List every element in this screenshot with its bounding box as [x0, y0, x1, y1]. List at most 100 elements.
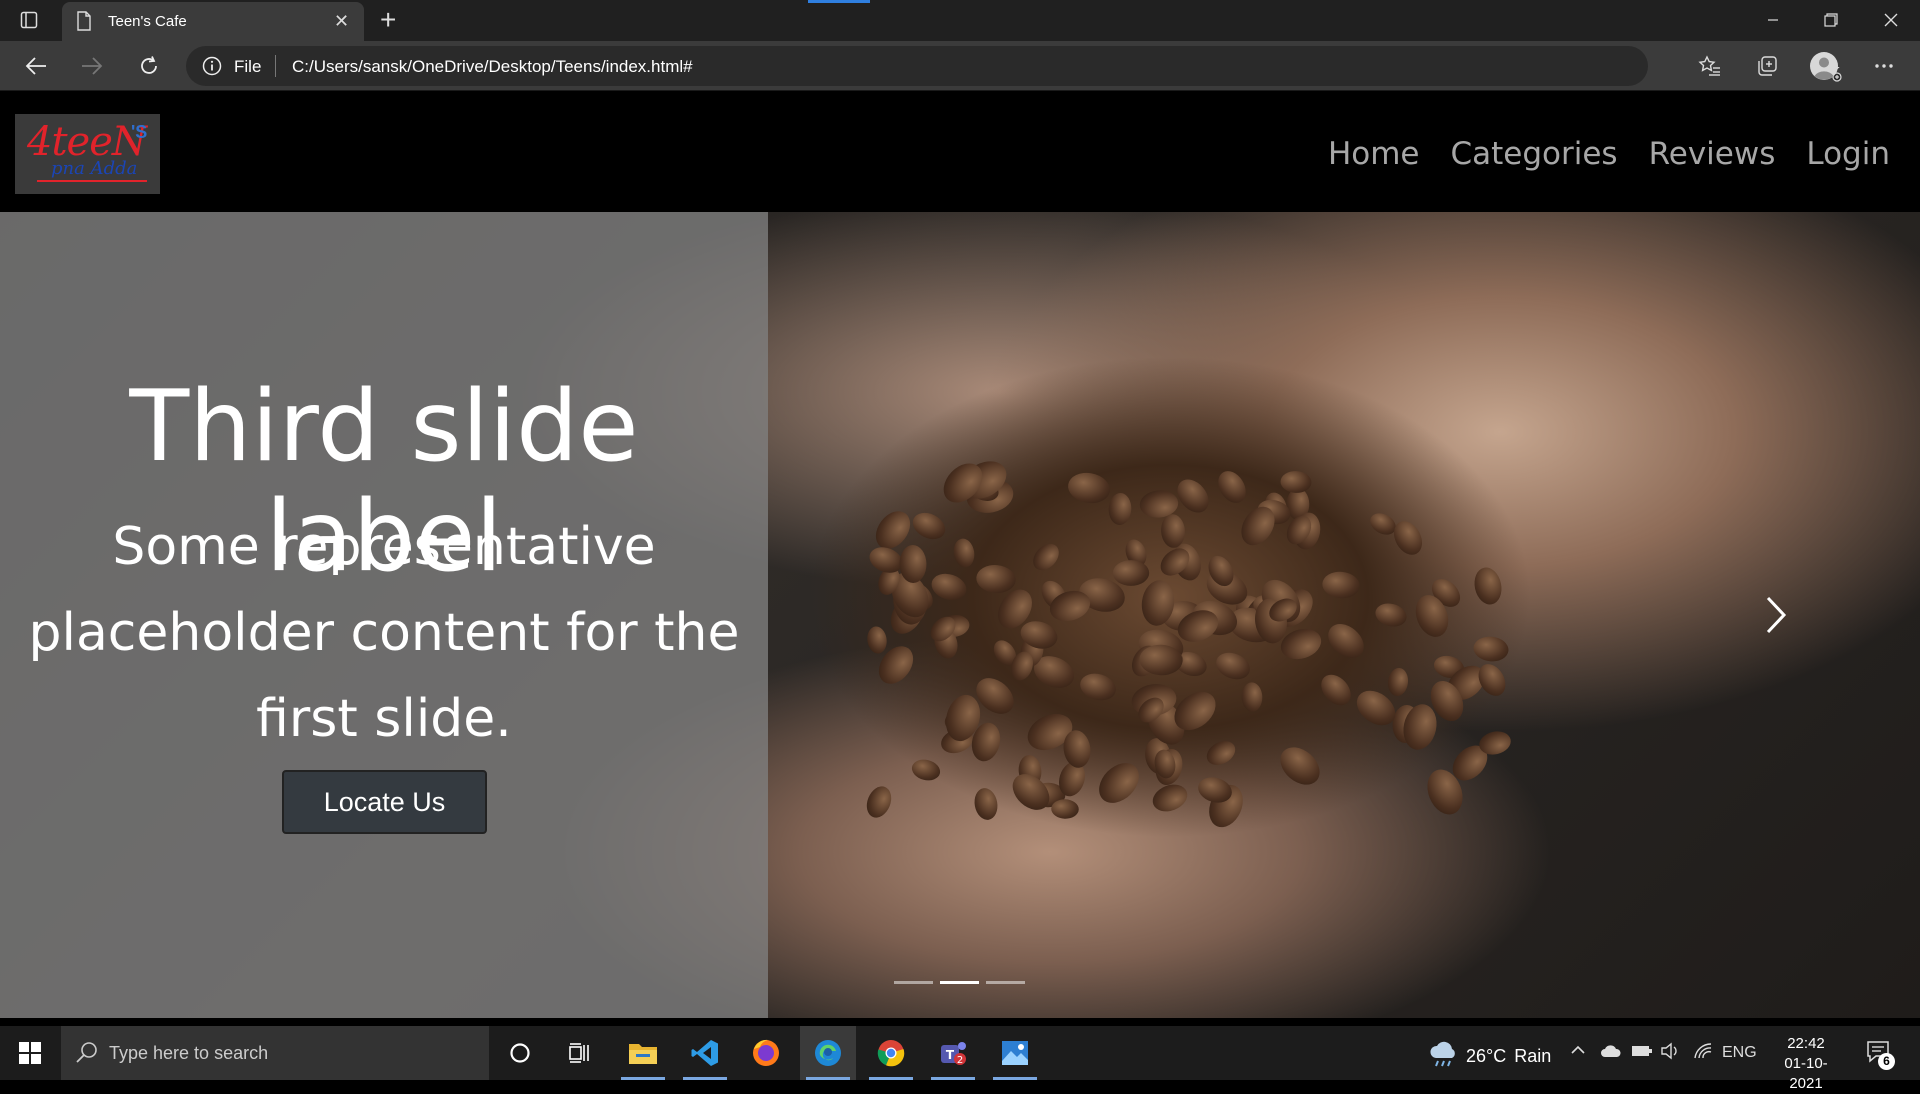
coffee-bean [865, 624, 889, 655]
search-icon [75, 1041, 99, 1070]
coffee-bean [1005, 767, 1057, 818]
site-logo[interactable]: 4teeN 'S pna Adda [15, 114, 160, 194]
coffee-bean [1272, 739, 1327, 793]
coffee-bean [1315, 668, 1357, 711]
logo-superscript: 'S [131, 122, 148, 142]
coffee-bean [1076, 669, 1119, 705]
clock-date: 01-10-2021 [1784, 1055, 1828, 1092]
url-scheme-label: File [234, 57, 262, 76]
collections-icon[interactable] [1751, 51, 1783, 81]
weather-widget[interactable]: 26°C Rain [1428, 1040, 1551, 1073]
coffee-bean [1386, 666, 1410, 697]
more-options-icon[interactable] [1868, 51, 1900, 81]
notification-count-badge: 6 [1878, 1053, 1895, 1070]
coffee-bean [1065, 469, 1112, 507]
loading-indicator [808, 0, 870, 3]
coffee-bean [1241, 682, 1264, 713]
nav-link-categories[interactable]: Categories [1450, 136, 1617, 172]
chrome-icon[interactable] [863, 1026, 919, 1080]
tab-actions-icon[interactable] [16, 8, 42, 32]
file-explorer-icon[interactable] [615, 1026, 671, 1080]
windows-taskbar: Type here to search T2 26°C Rain ENG 22:… [0, 1026, 1920, 1092]
battery-icon[interactable] [1631, 1044, 1653, 1063]
refresh-icon[interactable] [133, 51, 165, 81]
coffee-bean [1212, 465, 1252, 508]
new-tab-icon[interactable]: + [380, 6, 396, 34]
logo-subtext: pna Adda [51, 158, 138, 179]
coffee-bean [951, 537, 977, 569]
vscode-icon[interactable] [677, 1026, 733, 1080]
coffee-bean [1279, 469, 1312, 494]
wifi-icon[interactable] [1693, 1042, 1713, 1065]
coffee-bean [910, 756, 943, 783]
coffee-bean [1473, 659, 1512, 701]
windows-start-icon[interactable] [0, 1026, 60, 1080]
url-divider [275, 55, 276, 77]
minimize-icon[interactable] [1750, 6, 1796, 34]
coffee-bean [1212, 648, 1254, 685]
site-navbar: 4teeN 'S pna Adda Home Categories Review… [0, 92, 1920, 212]
close-window-icon[interactable] [1868, 6, 1914, 34]
coffee-bean [1321, 569, 1361, 600]
coffee-bean [1091, 755, 1147, 812]
taskbar-search-input[interactable]: Type here to search [61, 1026, 489, 1080]
clock-time: 22:42 [1787, 1035, 1825, 1052]
language-indicator[interactable]: ENG [1722, 1044, 1757, 1062]
site-nav-links: Home Categories Reviews Login [1328, 136, 1890, 172]
coffee-bean [975, 563, 1018, 595]
url-text[interactable]: C:/Users/sansk/OneDrive/Desktop/Teens/in… [292, 57, 693, 77]
slide-text: Some representative placeholder content … [28, 517, 740, 749]
svg-text:2: 2 [957, 1055, 963, 1066]
favorites-icon[interactable] [1694, 51, 1726, 81]
coffee-bean [1108, 492, 1133, 526]
onedrive-cloud-icon[interactable] [1600, 1044, 1622, 1063]
carousel-next-icon[interactable] [1756, 590, 1796, 640]
edge-icon[interactable] [800, 1026, 856, 1080]
locate-us-button[interactable]: Locate Us [282, 770, 487, 834]
nav-link-reviews[interactable]: Reviews [1649, 136, 1776, 172]
photos-icon[interactable] [987, 1026, 1043, 1080]
hero-carousel: Third slide label Some representative pl… [0, 212, 1920, 1018]
teams-icon[interactable]: T2 [925, 1026, 981, 1080]
coffee-bean [1171, 473, 1216, 519]
chevron-up-icon[interactable] [1570, 1042, 1586, 1063]
forward-icon[interactable] [76, 51, 108, 81]
browser-tab[interactable]: Teen's Cafe ✕ [62, 2, 364, 41]
coffee-bean [1471, 565, 1506, 608]
profile-avatar[interactable] [1808, 51, 1840, 81]
coffee-bean [1372, 600, 1409, 630]
coffee-bean [1028, 538, 1064, 576]
coffee-bean [908, 508, 950, 545]
carousel-indicator[interactable] [986, 981, 1025, 984]
firefox-icon[interactable] [738, 1026, 794, 1080]
browser-toolbar: File C:/Users/sansk/OneDrive/Desktop/Tee… [0, 41, 1920, 91]
coffee-bean [972, 786, 1000, 822]
system-clock[interactable]: 22:42 01-10-2021 [1768, 1034, 1844, 1094]
web-page: 4teeN 'S pna Adda Home Categories Review… [0, 92, 1920, 1018]
coffee-bean [899, 544, 928, 584]
coffee-bean [1149, 779, 1192, 817]
coffee-bean [862, 782, 897, 822]
coffee-bean [1472, 634, 1510, 663]
coffee-bean [928, 569, 970, 605]
coffee-bean [1202, 736, 1240, 770]
back-icon[interactable] [20, 51, 52, 81]
address-bar[interactable]: File C:/Users/sansk/OneDrive/Desktop/Tee… [186, 46, 1842, 86]
carousel-indicator[interactable] [940, 981, 979, 984]
coffee-bean [1061, 728, 1093, 770]
volume-icon[interactable] [1660, 1042, 1680, 1065]
carousel-indicator[interactable] [894, 981, 933, 984]
close-tab-icon[interactable]: ✕ [334, 12, 349, 30]
carousel-caption-panel: Third slide label Some representative pl… [0, 212, 768, 1018]
restore-icon[interactable] [1808, 6, 1854, 34]
weather-condition: Rain [1514, 1046, 1552, 1066]
coffee-bean [1051, 798, 1080, 819]
info-icon[interactable] [202, 56, 222, 81]
cortana-icon[interactable] [492, 1026, 548, 1080]
nav-link-login[interactable]: Login [1806, 136, 1890, 172]
nav-link-home[interactable]: Home [1328, 136, 1420, 172]
svg-text:T: T [946, 1048, 955, 1062]
task-view-icon[interactable] [552, 1026, 608, 1080]
tab-title: Teen's Cafe [108, 13, 187, 30]
carousel-indicators [894, 981, 1025, 984]
